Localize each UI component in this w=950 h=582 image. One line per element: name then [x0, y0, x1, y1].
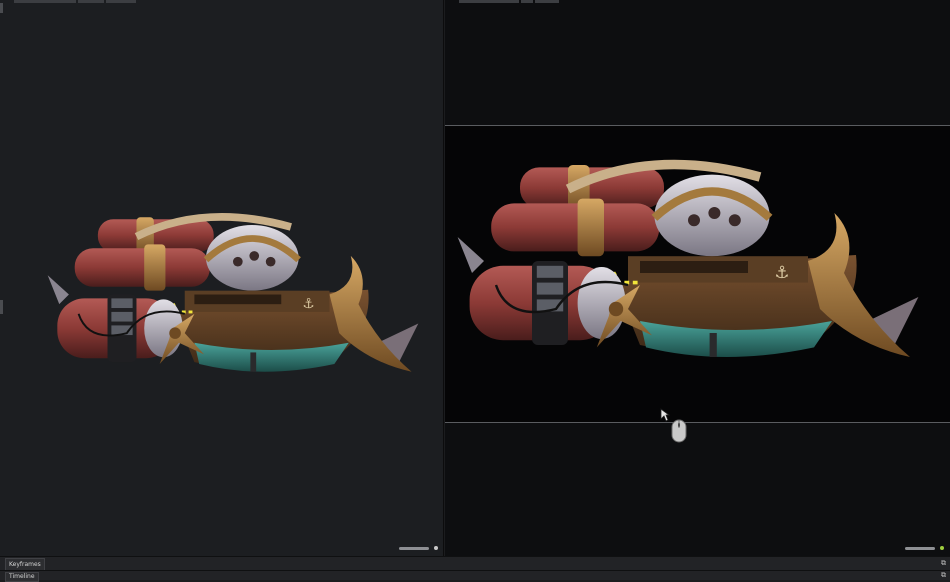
airship-model-viewport[interactable] — [38, 198, 428, 420]
viewport-tab[interactable] — [14, 0, 76, 3]
resize-handle[interactable] — [0, 300, 3, 314]
expand-icon[interactable]: ⧉ — [941, 571, 946, 579]
keyframes-panel: Keyframes ⧉ — [0, 556, 950, 571]
zoom-slider[interactable] — [399, 546, 429, 550]
resize-handle[interactable] — [0, 3, 3, 13]
render-status-dot — [940, 546, 944, 550]
viewport-toolbar — [459, 0, 559, 3]
viewport-tab[interactable] — [521, 0, 533, 3]
viewport-tab[interactable] — [78, 0, 104, 3]
viewport-status — [399, 545, 438, 551]
viewport-tab[interactable] — [106, 0, 136, 3]
timeline-panel: Timeline ⧉ — [0, 570, 950, 582]
viewport-status — [905, 545, 944, 551]
zoom-slider[interactable] — [905, 546, 935, 550]
viewport-toolbar — [14, 0, 136, 3]
cursor-arrow-icon — [660, 408, 670, 422]
tab-timeline[interactable]: Timeline — [5, 572, 39, 582]
status-dot — [434, 546, 438, 550]
viewport-tab[interactable] — [459, 0, 519, 3]
mouse-icon — [671, 419, 687, 443]
expand-icon[interactable]: ⧉ — [941, 559, 946, 567]
viewport-tab[interactable] — [535, 0, 559, 3]
airship-model-render[interactable] — [448, 138, 928, 420]
